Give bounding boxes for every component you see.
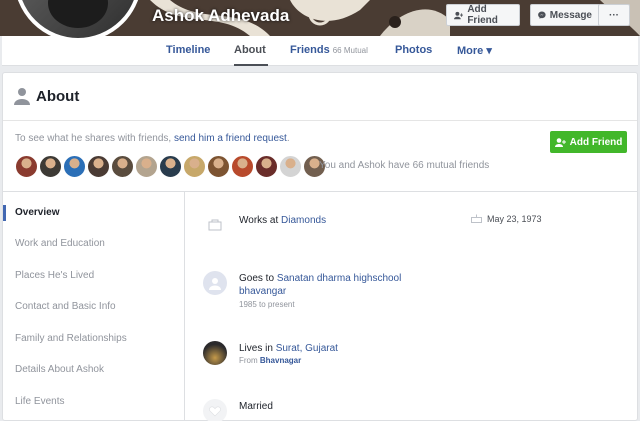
lives-prefix: Lives in — [239, 343, 276, 354]
about-card: About To see what he shares with friends… — [2, 72, 638, 421]
heart-icon — [203, 399, 227, 421]
work-prefix: Works at — [239, 215, 282, 226]
sidebar-item-family-relationships[interactable]: Family and Relationships — [15, 333, 127, 344]
school-entry: Goes to Sanatan dharma highschool bhavan… — [239, 272, 401, 298]
avatar-photo-detail — [48, 0, 108, 28]
messenger-icon — [538, 11, 546, 19]
tab-photos[interactable]: Photos — [395, 44, 432, 56]
mutual-friend-avatar[interactable] — [39, 155, 62, 178]
cover-add-friend-label: Add Friend — [467, 4, 498, 26]
mutual-friend-avatar[interactable] — [207, 155, 230, 178]
active-tab-indicator — [234, 64, 268, 66]
active-section-indicator — [3, 205, 6, 221]
about-header: About — [3, 73, 637, 121]
tab-friends[interactable]: Friends 66 Mutual — [290, 44, 368, 56]
mutual-friends-avatars — [15, 155, 326, 179]
sidebar-item-contact-info[interactable]: Contact and Basic Info — [15, 301, 116, 312]
profile-name[interactable]: Ashok Adhevada — [152, 6, 289, 26]
mutual-friend-avatar[interactable] — [87, 155, 110, 178]
sidebar-item-work-education[interactable]: Work and Education — [15, 238, 105, 249]
tab-friends-count: 66 Mutual — [332, 46, 368, 55]
profile-nav: Timeline About Friends 66 Mutual Photos M… — [2, 36, 638, 66]
friend-request-prompt: To see what he shares with friends, send… — [15, 133, 290, 144]
birthday-text: May 23, 1973 — [487, 214, 542, 224]
mutual-friend-avatar[interactable] — [159, 155, 182, 178]
more-dots-icon: ··· — [609, 9, 619, 21]
lives-entry: Lives in Surat, Gujarat — [239, 342, 338, 355]
more-options-button[interactable]: ··· — [598, 4, 630, 26]
sidebar-item-places-lived[interactable]: Places He's Lived — [15, 270, 94, 281]
mutual-friend-avatar[interactable] — [255, 155, 278, 178]
school-link-line2[interactable]: bhavangar — [239, 286, 286, 297]
work-link[interactable]: Diamonds — [281, 215, 326, 226]
person-icon — [14, 88, 30, 105]
friend-prompt-prefix: To see what he shares with friends, — [15, 133, 174, 144]
message-label: Message — [549, 9, 592, 21]
tab-about[interactable]: About — [234, 44, 266, 56]
school-years: 1985 to present — [239, 300, 295, 309]
mutual-friend-avatar[interactable] — [111, 155, 134, 178]
tab-more[interactable]: More ▾ — [457, 44, 492, 57]
relationship-entry: Married — [239, 401, 273, 412]
mutual-friend-avatar[interactable] — [231, 155, 254, 178]
sidebar-item-details[interactable]: Details About Ashok — [15, 364, 104, 375]
school-icon — [203, 271, 227, 295]
school-link[interactable]: Sanatan dharma highschool — [277, 273, 402, 284]
from-prefix: From — [239, 356, 260, 365]
work-icon — [203, 213, 227, 237]
sidebar-item-overview[interactable]: Overview — [15, 207, 59, 218]
city-photo-icon — [203, 341, 227, 365]
sidebar-item-life-events[interactable]: Life Events — [15, 396, 64, 407]
about-title: About — [36, 88, 80, 105]
message-button[interactable]: Message — [530, 4, 600, 26]
add-friend-label: Add Friend — [569, 136, 623, 148]
mutual-friend-avatar[interactable] — [279, 155, 302, 178]
send-friend-request-link[interactable]: send him a friend request — [174, 133, 287, 144]
tab-timeline[interactable]: Timeline — [166, 44, 210, 56]
add-friend-button[interactable]: Add Friend — [550, 131, 627, 153]
hometown-entry: From Bhavnagar — [239, 356, 301, 365]
mutual-friend-avatar[interactable] — [15, 155, 38, 178]
lives-link[interactable]: Surat, Gujarat — [276, 343, 338, 354]
mutual-friends-text[interactable]: You and Ashok have 66 mutual friends — [319, 160, 489, 171]
birthday-icon — [471, 214, 482, 223]
mutual-friend-avatar[interactable] — [135, 155, 158, 178]
mutual-friend-avatar[interactable] — [183, 155, 206, 178]
add-friend-icon — [554, 137, 566, 147]
about-sidebar: Overview Work and Education Places He's … — [3, 192, 185, 421]
cover-add-friend-button[interactable]: Add Friend — [446, 4, 520, 26]
mutual-friend-avatar[interactable] — [63, 155, 86, 178]
tab-friends-label: Friends — [290, 44, 330, 56]
work-entry: Works at Diamonds — [239, 214, 326, 227]
profile-page: Ashok Adhevada Add Friend Message ··· Ti… — [0, 0, 640, 421]
school-prefix: Goes to — [239, 273, 277, 284]
friend-prompt-suffix: . — [286, 133, 290, 144]
add-friend-icon — [454, 11, 464, 19]
hometown-link[interactable]: Bhavnagar — [260, 356, 301, 365]
